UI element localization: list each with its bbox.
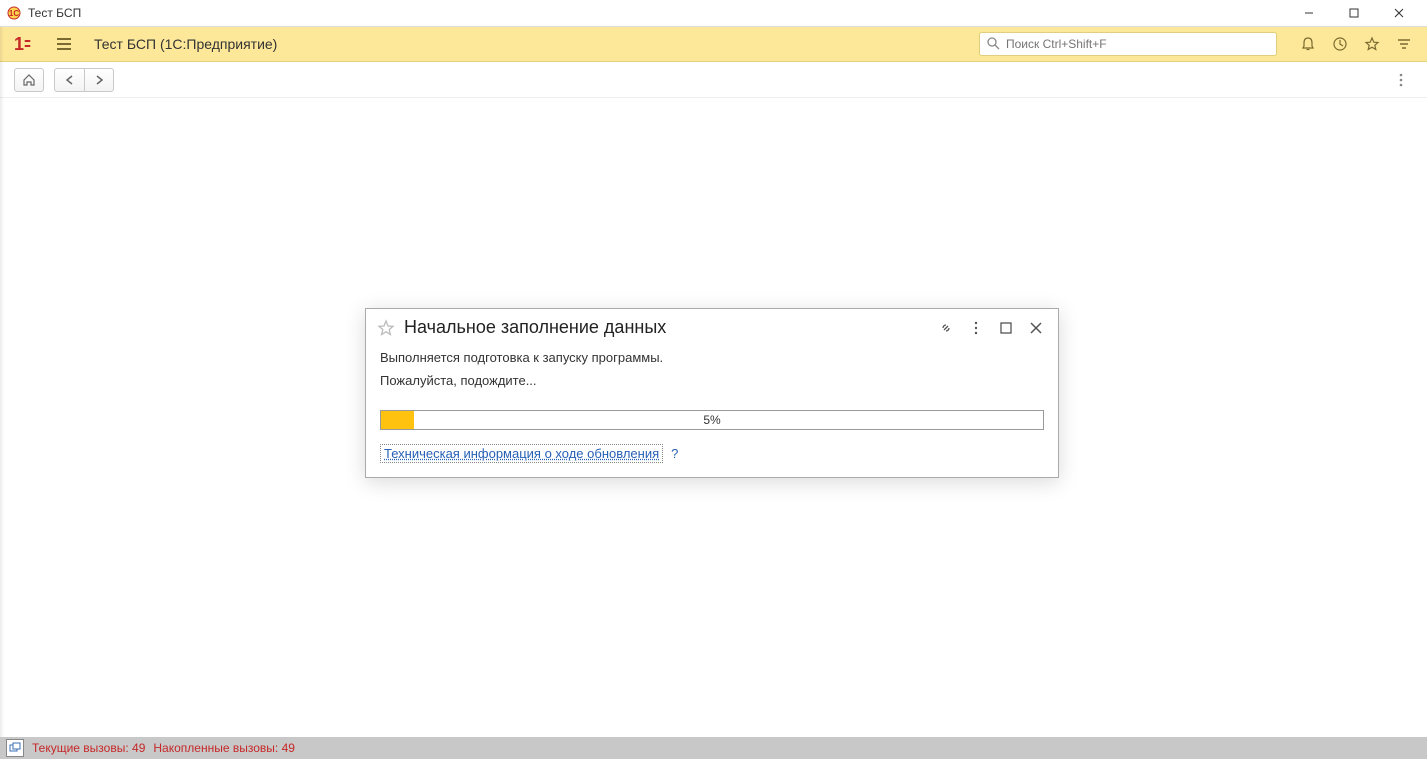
accumulated-calls-label: Накопленные вызовы: bbox=[153, 741, 278, 755]
statusbar: Текущие вызовы: 49 Накопленные вызовы: 4… bbox=[0, 737, 1427, 759]
window-title: Тест БСП bbox=[28, 6, 1286, 20]
bell-icon[interactable] bbox=[1295, 31, 1321, 57]
progress-label: 5% bbox=[381, 411, 1043, 429]
current-calls: Текущие вызовы: 49 bbox=[32, 741, 145, 755]
minimize-button[interactable] bbox=[1286, 0, 1331, 27]
home-button[interactable] bbox=[14, 68, 44, 92]
dialog-header: Начальное заполнение данных bbox=[366, 309, 1058, 344]
toolbar-kebab-icon[interactable] bbox=[1389, 68, 1413, 92]
help-icon[interactable]: ? bbox=[671, 446, 678, 461]
initial-fill-dialog: Начальное заполнение данных Выполняется … bbox=[365, 308, 1059, 478]
dialog-body: Выполняется подготовка к запуску програм… bbox=[366, 344, 1058, 477]
search-icon bbox=[986, 36, 1000, 53]
menu-icon[interactable] bbox=[52, 32, 76, 56]
content-area: Начальное заполнение данных Выполняется … bbox=[0, 98, 1427, 737]
logo-1c: 1꞊ bbox=[14, 34, 42, 54]
history-icon[interactable] bbox=[1327, 31, 1353, 57]
nav-group bbox=[54, 68, 114, 92]
favorite-star-icon[interactable] bbox=[376, 318, 396, 338]
search-box[interactable] bbox=[979, 32, 1277, 56]
filter-icon[interactable] bbox=[1391, 31, 1417, 57]
window-titlebar: 1C Тест БСП bbox=[0, 0, 1427, 27]
accumulated-calls-value: 49 bbox=[282, 741, 295, 755]
dialog-maximize-icon[interactable] bbox=[996, 318, 1016, 338]
tech-info-link[interactable]: Техническая информация о ходе обновления bbox=[380, 444, 663, 463]
tech-link-row: Техническая информация о ходе обновления… bbox=[380, 444, 1044, 463]
svg-text:1꞊: 1꞊ bbox=[14, 34, 31, 54]
current-calls-value: 49 bbox=[132, 741, 145, 755]
dialog-title: Начальное заполнение данных bbox=[404, 317, 936, 338]
search-input[interactable] bbox=[1006, 37, 1270, 51]
back-button[interactable] bbox=[54, 68, 84, 92]
close-button[interactable] bbox=[1376, 0, 1421, 27]
dialog-kebab-icon[interactable] bbox=[966, 318, 986, 338]
toolbar bbox=[0, 62, 1427, 98]
dialog-message-2: Пожалуйста, подождите... bbox=[380, 373, 1044, 388]
app-icon: 1C bbox=[6, 5, 22, 21]
dialog-close-icon[interactable] bbox=[1026, 318, 1046, 338]
forward-button[interactable] bbox=[84, 68, 114, 92]
dialog-message-1: Выполняется подготовка к запуску програм… bbox=[380, 350, 1044, 365]
dialog-header-icons bbox=[936, 318, 1046, 338]
window-controls bbox=[1286, 0, 1421, 27]
left-edge-shadow bbox=[0, 27, 4, 737]
app-header: 1꞊ Тест БСП (1С:Предприятие) bbox=[0, 27, 1427, 62]
statusbar-icon[interactable] bbox=[6, 739, 24, 757]
header-icons bbox=[1295, 31, 1417, 57]
accumulated-calls: Накопленные вызовы: 49 bbox=[153, 741, 295, 755]
app-title: Тест БСП (1С:Предприятие) bbox=[94, 36, 277, 52]
current-calls-label: Текущие вызовы: bbox=[32, 741, 129, 755]
link-icon[interactable] bbox=[936, 318, 956, 338]
maximize-button[interactable] bbox=[1331, 0, 1376, 27]
svg-text:1C: 1C bbox=[9, 9, 19, 18]
progress-bar: 5% bbox=[380, 410, 1044, 430]
star-icon[interactable] bbox=[1359, 31, 1385, 57]
